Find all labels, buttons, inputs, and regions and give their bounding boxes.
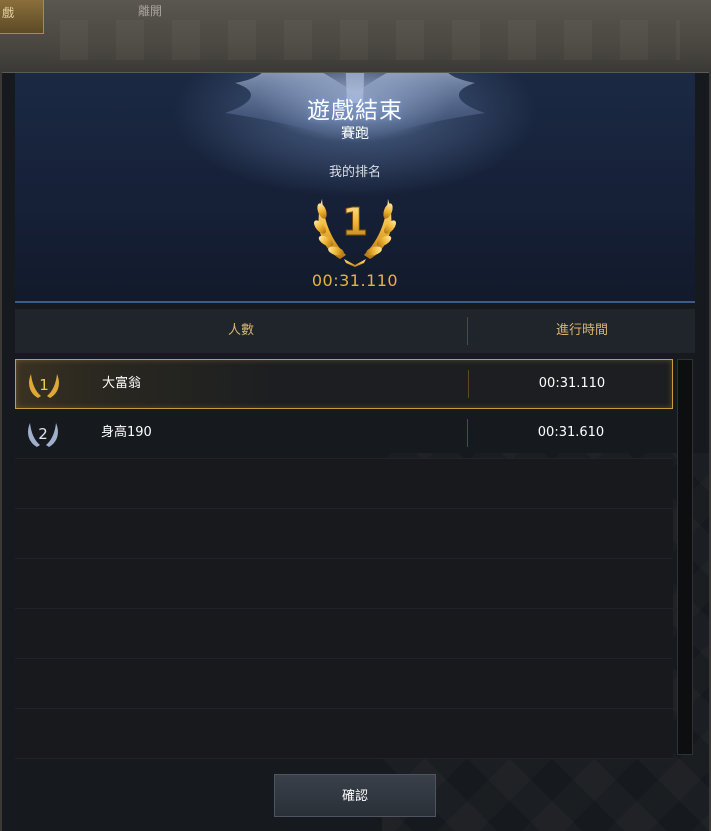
- result-row-2[interactable]: 2 身高190 00:31.610: [15, 409, 673, 459]
- game-mode-label: 賽跑: [341, 126, 369, 142]
- results-scrollbar[interactable]: [677, 359, 693, 755]
- cell-divider: [468, 370, 469, 398]
- results-table-header: 人數 進行時間: [15, 309, 695, 353]
- player-name: 大富翁: [102, 376, 142, 391]
- cell-divider: [467, 419, 468, 447]
- my-time: 00:31.110: [311, 271, 399, 290]
- game-result-dialog: 遊戲結束 賽跑 我的排名 1 00:31.110 人數 進行時間 1 大富翁 0…: [2, 72, 709, 831]
- result-header: 遊戲結束 賽跑 我的排名 1 00:31.110: [15, 73, 695, 303]
- laurel-silver-icon: 2: [28, 423, 58, 447]
- results-list: 1 大富翁 00:31.110 2 身高190 00:31.610: [15, 359, 673, 759]
- player-time: 00:31.110: [538, 376, 606, 391]
- empty-row: [15, 609, 673, 659]
- player-time: 00:31.610: [537, 425, 605, 440]
- column-players: 人數: [227, 323, 254, 338]
- empty-row: [15, 459, 673, 509]
- rank-number: 2: [38, 425, 48, 443]
- player-name: 身高190: [101, 425, 152, 440]
- result-title: 遊戲結束: [307, 98, 403, 124]
- column-divider: [467, 317, 468, 345]
- column-time: 進行時間: [555, 323, 608, 338]
- rank-number: 1: [39, 376, 49, 394]
- my-rank-label: 我的排名: [328, 165, 381, 180]
- laurel-gold-icon: 1: [314, 199, 396, 267]
- laurel-gold-icon: 1: [29, 374, 59, 398]
- background-decor: [60, 20, 680, 60]
- my-rank-number: 1: [342, 200, 368, 244]
- confirm-button[interactable]: 確認: [274, 774, 436, 817]
- result-row-1[interactable]: 1 大富翁 00:31.110: [15, 359, 673, 409]
- background-tab: 戲: [0, 0, 44, 34]
- empty-row: [15, 659, 673, 709]
- empty-row: [15, 709, 673, 759]
- empty-row: [15, 559, 673, 609]
- leave-label: 離開: [138, 4, 163, 18]
- empty-row: [15, 509, 673, 559]
